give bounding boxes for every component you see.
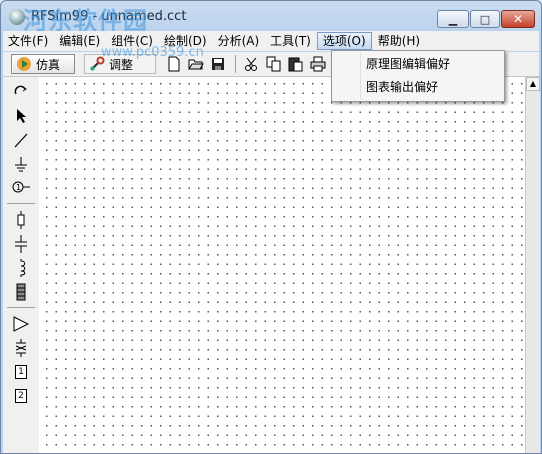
play-icon [17, 57, 31, 71]
palette-separator [7, 203, 35, 204]
paste-icon[interactable] [287, 55, 305, 73]
simulate-button[interactable]: 仿真 [11, 54, 75, 74]
toolbar-separator [235, 55, 236, 73]
svg-text:1: 1 [16, 183, 21, 192]
cut-icon[interactable] [243, 55, 261, 73]
menu-bar: 文件(F) 编辑(E) 组件(C) 绘制(D) 分析(A) 工具(T) 选项(O… [3, 31, 539, 51]
title-bar[interactable]: RFSim99 - unnamed.cct 河东软件园 ▁ □ ✕ [1, 1, 541, 35]
graph-output-preferences-item[interactable]: 图表输出偏好 [332, 76, 502, 98]
copy-icon[interactable] [265, 55, 283, 73]
schematic-canvas[interactable] [39, 77, 525, 453]
minimize-button[interactable]: ▁ [437, 10, 469, 28]
crystal-icon[interactable] [10, 339, 32, 357]
transformer-icon[interactable] [10, 283, 32, 301]
inductor-icon[interactable] [10, 259, 32, 277]
ground-icon[interactable] [10, 155, 32, 173]
menu-analysis[interactable]: 分析(A) [213, 32, 265, 50]
menu-options[interactable]: 选项(O) [316, 32, 372, 50]
vertical-scrollbar[interactable]: ▲ [525, 77, 540, 453]
menu-file[interactable]: 文件(F) [3, 32, 53, 50]
scroll-up-icon[interactable]: ▲ [526, 77, 540, 91]
amplifier-icon[interactable] [10, 315, 32, 333]
simulate-label: 仿真 [36, 57, 61, 72]
menu-help[interactable]: 帮助(H) [373, 32, 425, 50]
palette-separator [7, 307, 35, 308]
maximize-icon: □ [479, 12, 491, 26]
app-window: RFSim99 - unnamed.cct 河东软件园 ▁ □ ✕ 文件(F) … [0, 0, 542, 454]
port-icon[interactable]: 1 [10, 178, 32, 196]
minimize-icon: ▁ [448, 12, 458, 26]
maximize-button[interactable]: □ [470, 10, 500, 28]
pointer-icon[interactable] [10, 107, 32, 125]
save-disk-icon[interactable] [209, 55, 227, 73]
capacitor-icon[interactable] [10, 235, 32, 253]
resistor-icon[interactable] [10, 211, 32, 229]
print-icon[interactable] [309, 55, 327, 73]
menu-tools[interactable]: 工具(T) [265, 32, 316, 50]
options-dropdown: 原理图编辑偏好 图表输出偏好 [331, 50, 505, 102]
schematic-edit-preferences-item[interactable]: 原理图编辑偏好 [332, 53, 502, 75]
rotate-icon[interactable] [10, 83, 32, 101]
close-button[interactable]: ✕ [501, 10, 535, 28]
wire-icon[interactable] [10, 131, 32, 149]
watermark-url: www.pc0359.cn [101, 45, 204, 60]
close-icon: ✕ [512, 12, 524, 26]
one-port-block-icon[interactable]: 1 [15, 365, 27, 379]
component-palette: 1 1 2 [3, 77, 40, 453]
two-port-block-icon[interactable]: 2 [15, 389, 27, 403]
menu-edit[interactable]: 编辑(E) [54, 32, 105, 50]
